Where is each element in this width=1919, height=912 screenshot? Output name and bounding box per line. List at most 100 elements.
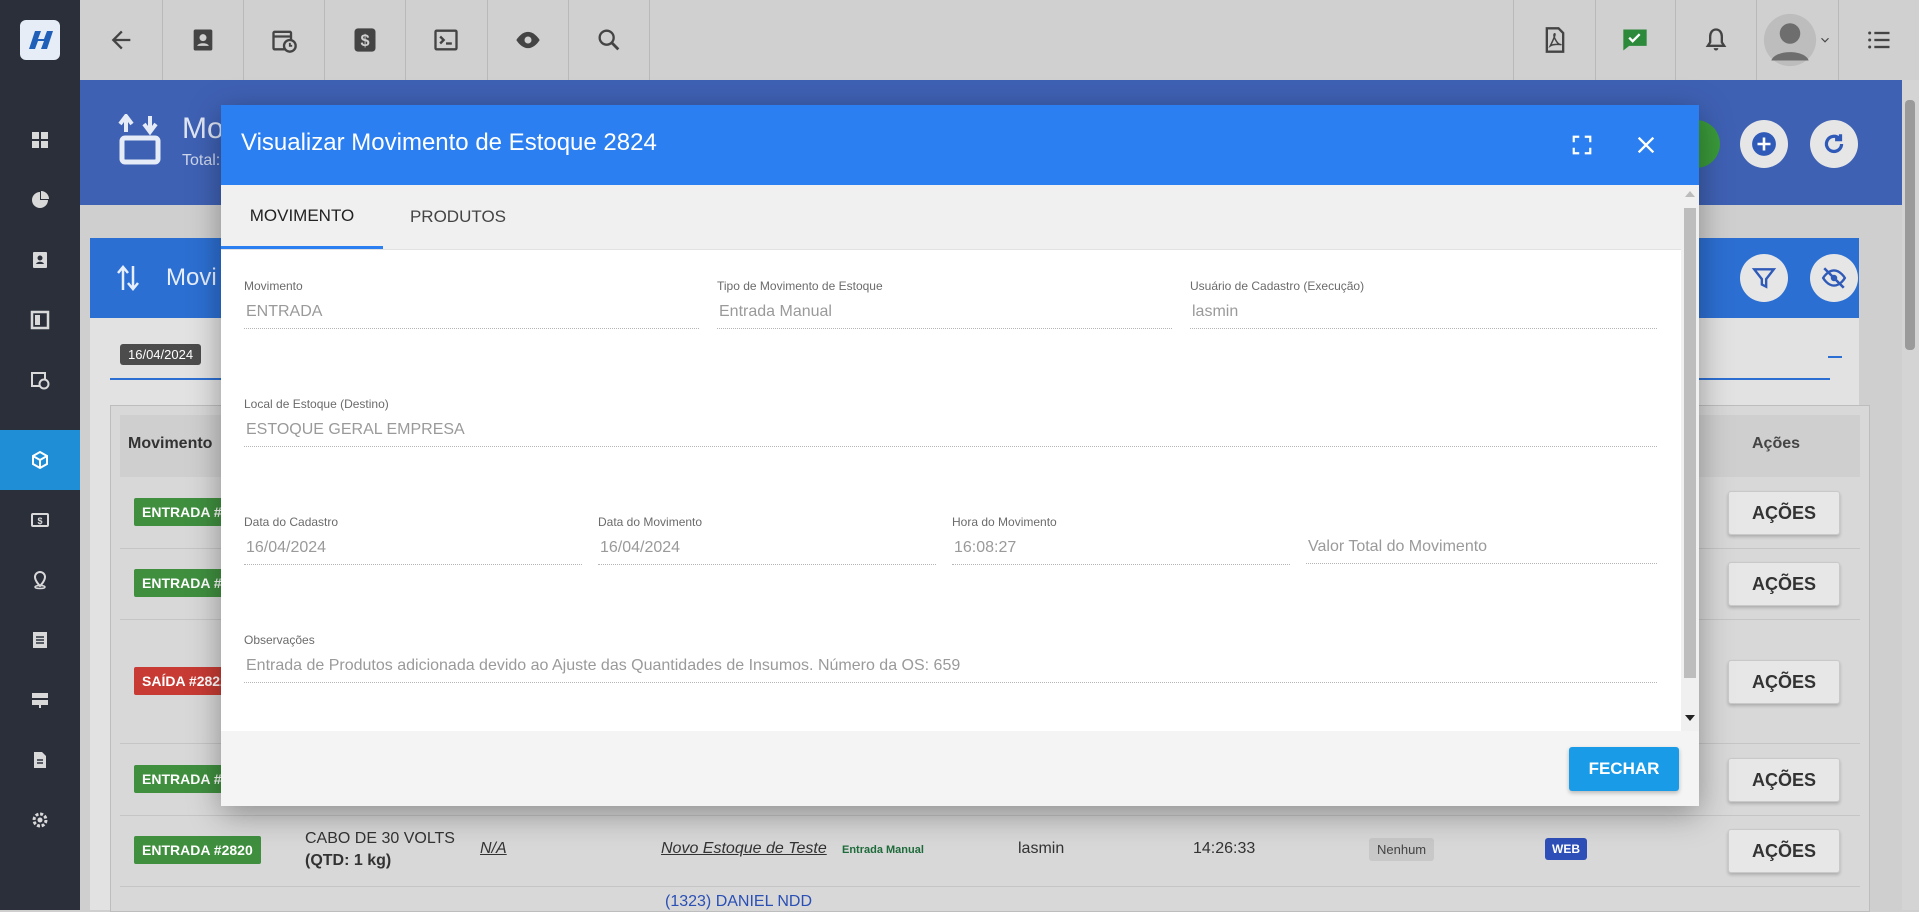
sidebar-item-files[interactable]: [0, 730, 80, 790]
field-value: Entrada de Produtos adicionada devido ao…: [244, 657, 1657, 683]
field-label: Tipo de Movimento de Estoque: [717, 279, 883, 293]
field-label: Usuário de Cadastro (Execução): [1190, 279, 1365, 293]
search-button[interactable]: [568, 0, 650, 80]
actions-button[interactable]: AÇÕES: [1728, 829, 1840, 873]
field-label: Movimento: [244, 279, 303, 293]
dollar-icon: $: [354, 28, 375, 52]
page-scrollbar-thumb[interactable]: [1905, 100, 1915, 350]
plus-circle-icon: [1752, 132, 1776, 156]
sidebar: $: [0, 80, 80, 910]
sort-arrows-icon: [117, 265, 139, 291]
tab-produtos[interactable]: PRODUTOS: [383, 185, 533, 249]
client-link[interactable]: (1323) DANIEL NDD: [665, 893, 812, 911]
fullscreen-button[interactable]: [1566, 129, 1598, 161]
field-tipo-movimento[interactable]: Tipo de Movimento de Estoque Entrada Man…: [717, 279, 1172, 329]
back-button[interactable]: [80, 0, 163, 80]
sidebar-item-servers[interactable]: [0, 670, 80, 730]
sidebar-item-stock[interactable]: [0, 430, 80, 490]
sidebar-item-locations[interactable]: [0, 550, 80, 610]
dialog-title: Visualizar Movimento de Estoque 2824: [241, 129, 657, 156]
add-button[interactable]: [1740, 120, 1788, 168]
app-logo[interactable]: [20, 20, 60, 60]
chevron-down-icon: [1821, 37, 1829, 43]
contact-icon: [33, 252, 47, 268]
stock-location-link[interactable]: Novo Estoque de Teste: [661, 840, 827, 858]
field-valor-total[interactable]: Valor Total do Movimento: [1306, 538, 1657, 564]
field-movimento[interactable]: Movimento ENTRADA: [244, 279, 699, 329]
pdf-button[interactable]: [1513, 0, 1596, 80]
contacts-button[interactable]: [162, 0, 244, 80]
tab-movimento[interactable]: MOVIMENTO: [221, 185, 383, 249]
main-menu-button[interactable]: [1838, 0, 1919, 80]
close-button[interactable]: [1630, 129, 1662, 161]
sidebar-item-settings[interactable]: [0, 790, 80, 850]
field-value: Entrada Manual: [717, 303, 1172, 329]
field-observacoes[interactable]: Observações Entrada de Produtos adiciona…: [244, 633, 1657, 683]
user-menu[interactable]: [1756, 0, 1839, 80]
collapse-dash[interactable]: [1828, 356, 1842, 358]
row-divider: [120, 886, 1860, 887]
stock-movement-dialog: Visualizar Movimento de Estoque 2824 MOV…: [221, 105, 1699, 806]
pie-chart-icon: [32, 191, 49, 208]
field-value: 16:08:27: [952, 539, 1290, 565]
page-total: Total:: [182, 152, 221, 169]
sidebar-item-dashboard[interactable]: [0, 110, 80, 170]
sidebar-item-finance[interactable]: $: [0, 490, 80, 550]
sidebar-item-schedule[interactable]: [0, 350, 80, 410]
user-name: lasmin: [1018, 840, 1065, 857]
fechar-button[interactable]: FECHAR: [1569, 747, 1679, 791]
column-header-acoes: Ações: [1752, 435, 1801, 452]
field-data-cadastro[interactable]: Data do Cadastro 16/04/2024: [244, 515, 582, 565]
sidebar-item-reports[interactable]: [0, 170, 80, 230]
box-icon: [32, 450, 48, 470]
field-value: 16/04/2024: [598, 539, 936, 565]
notifications-button[interactable]: [1675, 0, 1757, 80]
sidebar-item-contacts[interactable]: [0, 230, 80, 290]
field-placeholder: Valor Total do Movimento: [1306, 538, 1657, 564]
messages-button[interactable]: [1594, 0, 1676, 80]
sidebar-item-documents[interactable]: [0, 610, 80, 670]
field-hora-movimento[interactable]: Hora do Movimento 16:08:27: [952, 515, 1290, 565]
date-filter-chip[interactable]: 16/04/2024: [120, 344, 202, 365]
actions-button[interactable]: AÇÕES: [1728, 758, 1840, 802]
field-usuario-cadastro[interactable]: Usuário de Cadastro (Execução) lasmin: [1190, 279, 1657, 329]
back-arrow-icon: [111, 30, 131, 50]
field-label: Local de Estoque (Destino): [244, 397, 389, 411]
hide-columns-button[interactable]: [1810, 254, 1858, 302]
close-icon: [1637, 136, 1655, 154]
sidebar-item-board[interactable]: [0, 290, 80, 350]
file-icon: [34, 752, 46, 768]
column-header-movimento[interactable]: Movimento: [128, 435, 212, 453]
search-icon: [598, 29, 619, 51]
scroll-up-arrow-icon: [1685, 191, 1695, 197]
refresh-button[interactable]: [1810, 120, 1858, 168]
top-bar: $: [0, 0, 1919, 81]
movement-badge[interactable]: ENTRADA #2820: [134, 836, 261, 864]
chat-check-icon: [1622, 29, 1647, 51]
row-divider: [120, 815, 1860, 816]
eye-off-icon: [1821, 267, 1847, 289]
server-icon: [32, 693, 48, 708]
schedule-button[interactable]: [243, 0, 325, 80]
board-icon: [30, 310, 50, 330]
dialog-scrollbar-thumb[interactable]: [1684, 208, 1696, 678]
actions-button[interactable]: AÇÕES: [1728, 491, 1840, 535]
location-pin-icon: [33, 570, 47, 590]
product-quantity: (QTD: 1 kg): [305, 852, 392, 869]
filter-button[interactable]: [1740, 254, 1788, 302]
movement-type: Entrada Manual: [842, 844, 924, 856]
field-data-movimento[interactable]: Data do Movimento 16/04/2024: [598, 515, 936, 565]
user-avatar-icon: [1763, 13, 1817, 67]
dashboard-icon: [32, 132, 48, 148]
fullscreen-icon: [1572, 135, 1592, 155]
reference-link[interactable]: N/A: [480, 840, 507, 858]
field-local-estoque[interactable]: Local de Estoque (Destino) ESTOQUE GERAL…: [244, 397, 1657, 447]
view-button[interactable]: [487, 0, 569, 80]
terminal-button[interactable]: [405, 0, 488, 80]
bell-icon: [1705, 28, 1726, 51]
svg-text:$: $: [360, 32, 369, 50]
field-value: 16/04/2024: [244, 539, 582, 565]
actions-button[interactable]: AÇÕES: [1728, 562, 1840, 606]
actions-button[interactable]: AÇÕES: [1728, 660, 1840, 704]
finance-button[interactable]: $: [324, 0, 406, 80]
